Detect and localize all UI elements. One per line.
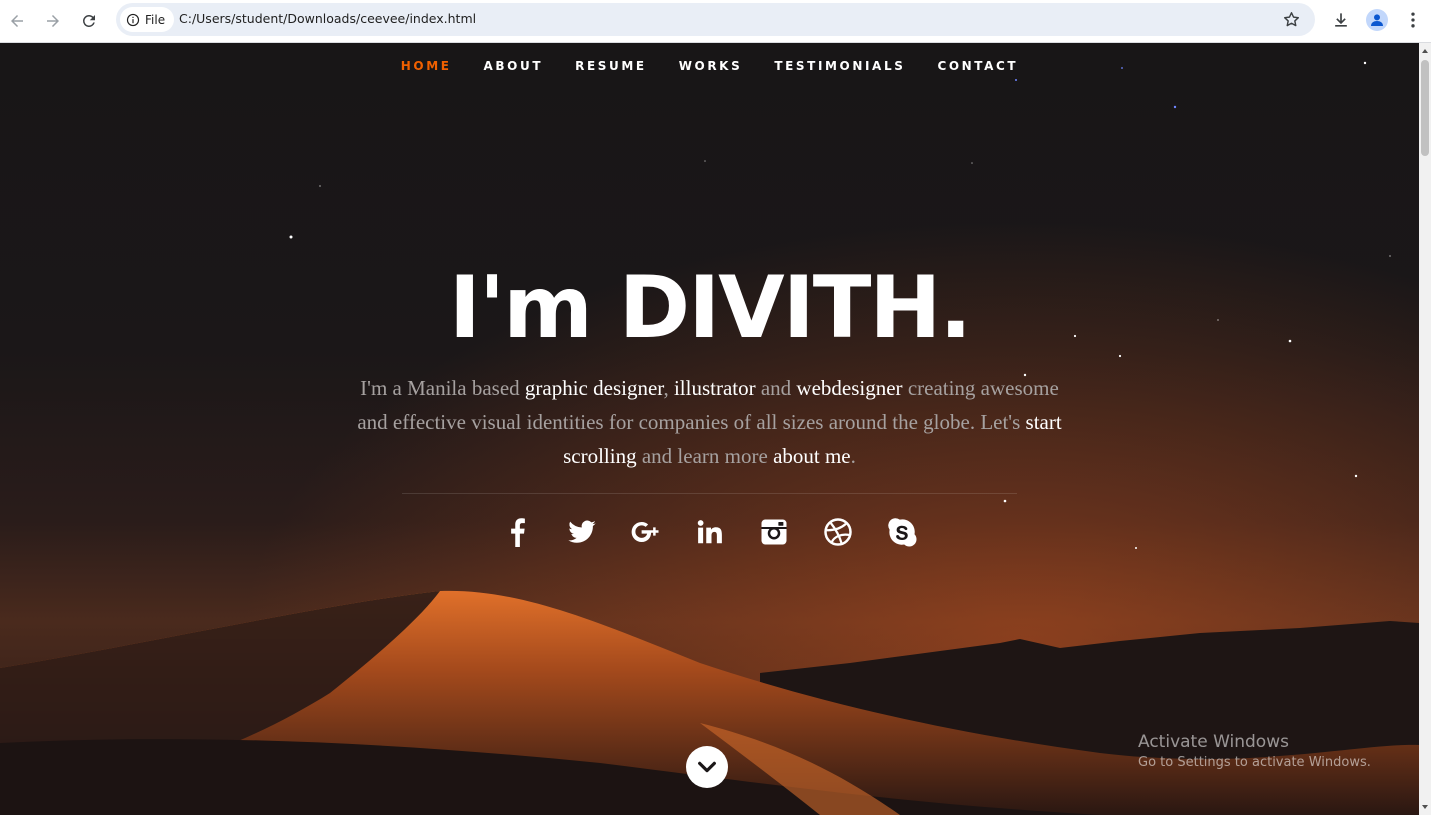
reload-button[interactable] (76, 8, 102, 34)
chevron-down-icon (698, 761, 716, 773)
watermark-title: Activate Windows (1138, 732, 1289, 752)
banner-headline: I'm DIVITH. (448, 258, 972, 358)
dribbble-link[interactable] (821, 515, 854, 548)
banner-divider (402, 493, 1017, 494)
about-me-link[interactable]: about me (773, 444, 851, 468)
intro-highlight-illustrator: illustrator (673, 376, 756, 400)
scroll-up-arrow-icon[interactable] (1421, 47, 1429, 55)
scroll-down-arrow-icon[interactable] (1421, 803, 1429, 811)
profile-avatar[interactable] (1366, 9, 1388, 31)
forward-arrow-icon (47, 15, 59, 27)
download-button[interactable] (1330, 9, 1352, 31)
nav-contact[interactable]: CONTACT (921, 58, 1034, 74)
site-navigation: HOME ABOUT RESUME WORKS TESTIMONIALS CON… (0, 58, 1419, 74)
kebab-menu-icon (1411, 12, 1415, 28)
address-bar[interactable]: File C:/Users/student/Downloads/ceevee/i… (116, 3, 1315, 36)
url-text[interactable]: C:/Users/student/Downloads/ceevee/index.… (179, 11, 476, 26)
person-icon (1371, 14, 1383, 26)
nav-testimonials[interactable]: TESTIMONIALS (758, 58, 921, 74)
page-scrollbar[interactable] (1419, 43, 1431, 815)
linkedin-icon (697, 519, 722, 543)
intro-text: and (755, 376, 797, 400)
info-icon (126, 13, 140, 26)
facebook-link[interactable] (501, 515, 534, 548)
nav-about[interactable]: ABOUT (468, 58, 560, 74)
intro-text: I'm a Manila based (360, 376, 525, 400)
intro-text: . (850, 444, 856, 468)
scrollbar-thumb[interactable] (1421, 60, 1429, 156)
forward-button[interactable] (40, 8, 66, 34)
browser-toolbar: File C:/Users/student/Downloads/ceevee/i… (0, 0, 1431, 43)
intro-text: , (663, 376, 674, 400)
instagram-icon (761, 519, 786, 544)
intro-highlight-graphic-designer: graphic designer (524, 376, 664, 400)
back-button[interactable] (4, 8, 30, 34)
twitter-link[interactable] (565, 515, 598, 548)
nav-works[interactable]: WORKS (663, 58, 759, 74)
scroll-down-button[interactable] (686, 746, 728, 788)
browser-menu-button[interactable] (1402, 9, 1424, 31)
bookmark-star-icon[interactable] (1282, 10, 1301, 29)
back-arrow-icon (11, 15, 23, 27)
facebook-icon (510, 517, 525, 547)
linkedin-link[interactable] (693, 515, 726, 548)
activate-windows-watermark: Activate Windows Go to Settings to activ… (1138, 731, 1371, 773)
site-info-chip[interactable]: File (120, 7, 175, 32)
nav-home[interactable]: HOME (385, 58, 468, 74)
watermark-subtitle: Go to Settings to activate Windows. (1138, 755, 1371, 770)
social-links (0, 515, 1419, 548)
banner-intro: I'm a Manila based graphic designer, ill… (350, 371, 1069, 473)
nav-resume[interactable]: RESUME (559, 58, 663, 74)
twitter-icon (567, 520, 596, 543)
intro-text: and learn more (636, 444, 774, 468)
download-icon (1335, 13, 1347, 27)
instagram-link[interactable] (757, 515, 790, 548)
skype-icon (887, 517, 916, 546)
dribbble-icon (823, 517, 852, 546)
skype-link[interactable] (885, 515, 918, 548)
google-plus-icon (631, 521, 658, 542)
page-viewport: HOME ABOUT RESUME WORKS TESTIMONIALS CON… (0, 43, 1419, 815)
file-label: File (145, 12, 166, 27)
reload-icon (82, 14, 95, 27)
google-plus-link[interactable] (629, 515, 662, 548)
intro-highlight-webdesigner: webdesigner (796, 376, 903, 400)
